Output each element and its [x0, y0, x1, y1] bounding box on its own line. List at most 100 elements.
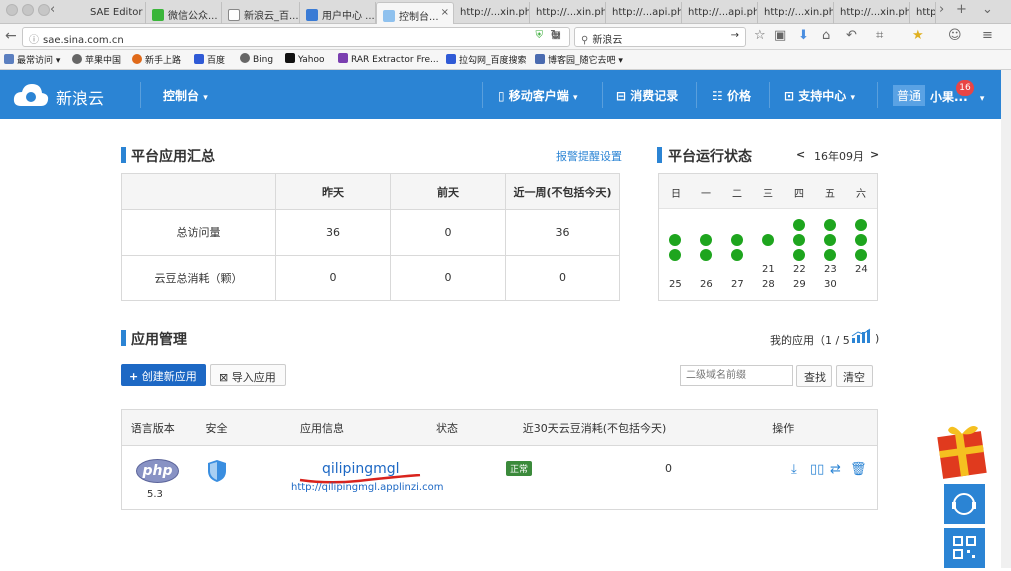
tab-label: SAE Editor	[90, 7, 143, 18]
trash-icon[interactable]: 🗑	[850, 462, 867, 477]
bar-chart-icon[interactable]	[850, 328, 874, 344]
divider	[769, 82, 770, 108]
console-menu[interactable]: 控制台 ▾	[163, 87, 208, 104]
address-bar[interactable]: ⓘ sae.sina.com.cn ⛨ ▦	[22, 27, 570, 47]
status-ok-dot[interactable]	[793, 234, 805, 246]
device-icon[interactable]: ▯▯	[810, 462, 824, 477]
bookmark-baidu[interactable]: 百度	[194, 53, 225, 66]
bookmark-label: Bing	[253, 55, 274, 65]
minimize-window-button[interactable]	[22, 4, 34, 16]
security-shield-icon[interactable]	[207, 459, 227, 483]
menu-icon[interactable]: ≡	[982, 29, 993, 43]
status-ok-dot[interactable]	[731, 234, 743, 246]
bookmark-most-visited[interactable]: 最常访问 ▾	[4, 53, 60, 66]
go-arrow-icon[interactable]: →	[731, 30, 739, 41]
status-ok-dot[interactable]	[669, 234, 681, 246]
tab-sina-cloud[interactable]: 新浪云_百...	[222, 2, 300, 24]
price-link[interactable]: ☷ 价格	[712, 87, 751, 104]
emoji-icon[interactable]: ☺	[948, 29, 962, 43]
bookmark-cnblogs[interactable]: 博客园_随它去吧 ▾	[535, 53, 623, 66]
bookmark-label: 博客园_随它去吧	[548, 56, 616, 66]
bookmark-lagou[interactable]: 拉勾网_百度搜索	[446, 53, 527, 66]
mobile-client-menu[interactable]: ▯ 移动客户端 ▾	[498, 87, 578, 104]
sina-cloud-logo-icon[interactable]	[13, 82, 49, 108]
status-ok-dot[interactable]	[855, 234, 867, 246]
close-window-button[interactable]	[6, 4, 18, 16]
page-scrollbar[interactable]	[1001, 70, 1011, 568]
status-ok-dot[interactable]	[824, 249, 836, 261]
status-ok-dot[interactable]	[793, 219, 805, 231]
customer-service-button[interactable]	[944, 484, 985, 524]
price-label: 价格	[726, 89, 751, 103]
bookmark-getting-started[interactable]: 新手上路	[132, 53, 181, 66]
create-app-button[interactable]: + 创建新应用	[121, 364, 206, 386]
clear-button[interactable]: 清空	[836, 365, 873, 387]
status-ok-dot[interactable]	[824, 219, 836, 231]
table-cell: 0	[505, 254, 620, 301]
reading-list-icon[interactable]: ▣	[774, 29, 786, 43]
tab-php[interactable]: http://...xin.php	[454, 2, 530, 24]
close-tab-icon[interactable]: ×	[441, 7, 449, 18]
tabs-scroll-left-icon[interactable]: ‹	[50, 3, 55, 17]
tab-php[interactable]: http://	[910, 2, 936, 24]
download-icon[interactable]: ⤓	[791, 462, 797, 477]
status-ok-dot[interactable]	[855, 219, 867, 231]
tab-php[interactable]: http://...api.php	[682, 2, 758, 24]
bookmark-yahoo[interactable]: Yahoo	[285, 53, 325, 65]
status-ok-dot[interactable]	[669, 249, 681, 261]
back-icon[interactable]: ←	[5, 29, 17, 43]
gift-box-icon[interactable]	[936, 420, 990, 480]
bookmark-bing[interactable]: Bing	[240, 53, 273, 65]
section-marker	[121, 330, 126, 346]
apps-table: 语言版本 安全 应用信息 状态 近30天云豆消耗(不包括今天) 操作	[121, 409, 878, 510]
notification-badge[interactable]: 16	[956, 80, 974, 96]
tab-list-icon[interactable]: ⌄	[982, 3, 993, 17]
divider	[877, 82, 878, 108]
tab-user-center[interactable]: 用户中心 ...	[300, 2, 376, 24]
bookmark-rar-extractor[interactable]: RAR Extractor Fre...	[338, 53, 439, 65]
chevron-down-icon: ▾	[850, 93, 855, 103]
undo-icon[interactable]: ↶	[846, 29, 857, 43]
app-url-link[interactable]: http://qilipingmgl.applinzi.com	[291, 482, 443, 493]
import-app-button[interactable]: ⊠ 导入应用	[210, 364, 286, 386]
tab-console-active[interactable]: 控制台... ×	[376, 2, 454, 24]
bookmark-apple[interactable]: 苹果中国	[72, 53, 121, 66]
reload-icon[interactable]: ↻	[550, 29, 561, 43]
column-header: 应用信息	[249, 409, 395, 446]
status-ok-dot[interactable]	[731, 249, 743, 261]
status-ok-dot[interactable]	[762, 234, 774, 246]
prev-month-button[interactable]: <	[796, 148, 805, 161]
tab-php[interactable]: http://...xin.php	[530, 2, 606, 24]
tab-wechat[interactable]: 微信公众...	[146, 2, 222, 24]
sync-icon[interactable]: ⇄	[830, 462, 841, 477]
tab-php[interactable]: http://...xin.php	[834, 2, 910, 24]
divider	[696, 82, 697, 108]
screenshot-icon[interactable]: ⌗	[876, 29, 883, 43]
status-ok-dot[interactable]	[700, 249, 712, 261]
bookmarks-bar: 最常访问 ▾ 苹果中国 新手上路 百度 Bing Yahoo RAR Extra…	[0, 50, 1011, 70]
tab-php[interactable]: http://...api.php	[606, 2, 682, 24]
status-ok-dot[interactable]	[855, 249, 867, 261]
status-ok-dot[interactable]	[700, 234, 712, 246]
subdomain-search-input[interactable]	[680, 365, 793, 386]
status-ok-dot[interactable]	[793, 249, 805, 261]
zoom-window-button[interactable]	[38, 4, 50, 16]
tabs-scroll-right-icon[interactable]: ›	[939, 3, 944, 17]
extension-icon[interactable]: ★	[912, 29, 924, 43]
tab-sae-editor[interactable]: SAE Editor	[66, 2, 146, 24]
next-month-button[interactable]: >	[870, 148, 879, 161]
new-tab-icon[interactable]: +	[956, 3, 967, 17]
home-icon[interactable]: ⌂	[822, 29, 830, 43]
status-ok-dot[interactable]	[824, 234, 836, 246]
support-menu[interactable]: ⊡ 支持中心 ▾	[784, 87, 855, 104]
shield-icon[interactable]: ⛨	[536, 30, 544, 41]
search-button[interactable]: 查找	[796, 365, 832, 387]
billing-link[interactable]: ⊟ 消费记录	[616, 87, 678, 104]
qr-code-button[interactable]	[944, 528, 985, 568]
alert-settings-link[interactable]: 报警提醒设置	[556, 148, 622, 164]
tab-php[interactable]: http://...xin.php	[758, 2, 834, 24]
search-box[interactable]: ⚲ 新浪云 →	[574, 27, 746, 47]
bookmark-star-icon[interactable]: ☆	[754, 29, 766, 43]
download-icon[interactable]: ⬇	[798, 29, 809, 43]
logo-text[interactable]: 新浪云	[56, 85, 104, 109]
